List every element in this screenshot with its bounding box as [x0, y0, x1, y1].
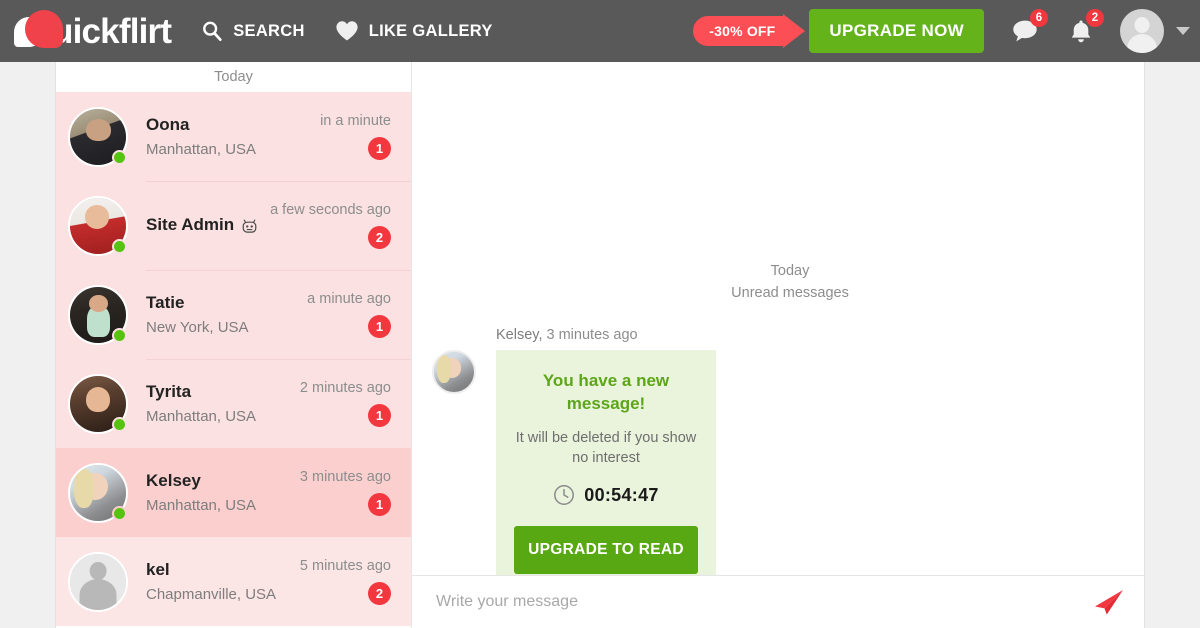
message-timestamp: 5 minutes ago	[299, 558, 391, 574]
discount-badge[interactable]: -30% OFF	[693, 16, 784, 46]
countdown-timer: 00:54:47	[514, 484, 698, 506]
chevron-down-icon[interactable]	[1176, 27, 1190, 35]
message-timestamp: a minute ago	[307, 291, 391, 307]
avatar-silhouette-head	[1134, 17, 1150, 33]
conversation-list: Oona Manhattan, USA in a minute 1 Site A…	[56, 92, 411, 626]
upgrade-to-read-card: You have a new message! It will be delet…	[496, 349, 716, 575]
contact-location: Manhattan, USA	[146, 140, 257, 158]
list-item[interactable]: Tyrita Manhattan, USA 2 minutes ago 1	[56, 359, 411, 448]
nav-like-gallery-label: LIKE GALLERY	[368, 21, 493, 40]
thread-day-label: Today	[770, 263, 810, 279]
messages-badge: 6	[1030, 9, 1048, 27]
thread-meta: Today Unread messages	[432, 260, 1144, 305]
contact-name: Tatie	[146, 292, 185, 312]
message-timestamp: 3 minutes ago	[299, 469, 391, 485]
message-thread: Today Unread messages Kelsey, 3 minutes …	[412, 62, 1144, 575]
user-avatar[interactable]	[1120, 9, 1164, 53]
speech-bubble-logo-icon	[14, 9, 66, 53]
unread-badge: 1	[368, 493, 391, 516]
header-actions: -30% OFF UPGRADE NOW 6 2	[693, 0, 1200, 62]
unread-badge: 1	[368, 315, 391, 338]
page-content: Today Oona Manhattan, USA in a minute 1	[55, 62, 1145, 628]
nav-like-gallery[interactable]: LIKE GALLERY	[335, 0, 493, 62]
contact-location: Chapmanville, USA	[146, 585, 277, 603]
list-item[interactable]: Oona Manhattan, USA in a minute 1	[56, 92, 411, 181]
notifications-badge: 2	[1086, 9, 1104, 27]
avatar	[68, 284, 128, 345]
message-timestamp: 2 minutes ago	[299, 380, 391, 396]
avatar	[68, 106, 128, 167]
list-item-selected[interactable]: Kelsey Manhattan, USA 3 minutes ago 1	[56, 448, 411, 537]
contact-location: Manhattan, USA	[146, 496, 257, 514]
contact-name: kel	[146, 559, 170, 579]
message-item: Kelsey, 3 minutes ago You have a new mes…	[432, 327, 1124, 575]
sidebar-day-label: Today	[56, 62, 411, 92]
avatar	[68, 551, 128, 612]
online-status-dot	[112, 238, 127, 254]
logo[interactable]: uickflirt	[14, 0, 172, 62]
avatar-silhouette-body	[1127, 34, 1157, 53]
online-status-dot	[112, 416, 127, 432]
message-time: 3 minutes ago	[546, 326, 638, 343]
nav-search[interactable]: SEARCH	[201, 0, 304, 62]
contact-location: Manhattan, USA	[146, 407, 257, 425]
online-status-dot	[112, 505, 127, 521]
avatar	[68, 373, 128, 434]
logo-text: uickflirt	[52, 11, 172, 51]
contact-name: Kelsey	[146, 470, 201, 490]
contact-name: Oona	[146, 114, 190, 134]
list-item[interactable]: Site Admin a few seconds ago 2	[56, 181, 411, 270]
list-item[interactable]: Tatie New York, USA a minute ago 1	[56, 270, 411, 359]
countdown-value: 00:54:47	[584, 484, 659, 505]
bot-icon	[241, 218, 258, 233]
message-avatar[interactable]	[432, 349, 476, 394]
conversation-sidebar: Today Oona Manhattan, USA in a minute 1	[56, 62, 412, 628]
send-icon[interactable]	[1092, 588, 1126, 616]
unread-badge: 1	[368, 404, 391, 427]
unread-badge: 1	[368, 137, 391, 160]
list-item[interactable]: kel Chapmanville, USA 5 minutes ago 2	[56, 537, 411, 626]
avatar	[68, 462, 128, 523]
message-input[interactable]	[436, 593, 1092, 611]
message-timestamp: a few seconds ago	[270, 202, 391, 218]
top-header: uickflirt SEARCH LIKE GALLERY -30% OFF U…	[0, 0, 1200, 62]
online-status-dot	[112, 149, 127, 165]
clock-icon	[553, 484, 575, 506]
upgrade-now-button[interactable]: UPGRADE NOW	[809, 9, 984, 53]
unread-badge: 2	[368, 226, 391, 249]
contact-name: Tyrita	[146, 381, 192, 401]
messages-button[interactable]: 6	[1010, 9, 1048, 46]
card-title: You have a new message!	[542, 370, 670, 413]
nav-search-label: SEARCH	[233, 21, 305, 40]
contact-location: New York, USA	[146, 318, 249, 336]
online-status-dot	[112, 327, 127, 343]
message-header: Kelsey, 3 minutes ago	[496, 327, 1124, 343]
search-icon	[201, 20, 223, 42]
message-timestamp: in a minute	[320, 113, 391, 129]
unread-messages-label: Unread messages	[731, 285, 849, 302]
upgrade-to-read-button[interactable]: UPGRADE TO READ	[514, 526, 698, 575]
avatar	[68, 195, 128, 256]
unread-badge: 2	[368, 582, 391, 605]
message-composer	[412, 575, 1144, 628]
chat-panel: Today Unread messages Kelsey, 3 minutes …	[412, 62, 1144, 628]
message-author: Kelsey,	[496, 326, 543, 343]
contact-name: Site Admin	[146, 214, 262, 237]
notifications-button[interactable]: 2	[1066, 9, 1104, 46]
heart-icon	[335, 20, 359, 42]
card-subtitle: It will be deleted if you show no intere…	[515, 429, 697, 467]
